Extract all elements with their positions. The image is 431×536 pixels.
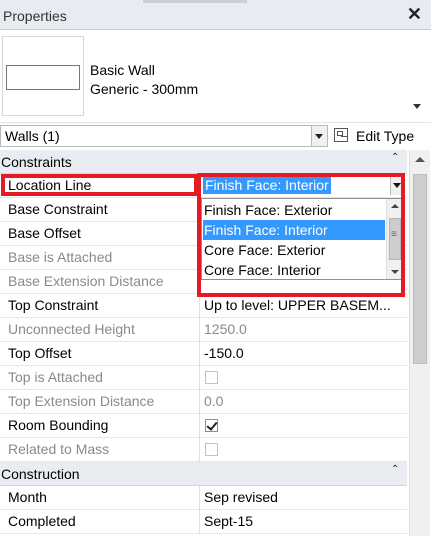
- prop-row-top-attached: Top is Attached: [0, 366, 407, 390]
- prop-name: Month: [8, 489, 47, 505]
- top-attached-checkbox: [205, 371, 218, 384]
- family-name: Basic Wall: [90, 62, 155, 78]
- scroll-thumb[interactable]: [413, 174, 427, 364]
- property-grid-scrollbar[interactable]: [409, 150, 430, 536]
- room-bounding-checkbox[interactable]: [205, 419, 218, 432]
- edit-type-button[interactable]: Edit Type: [334, 125, 429, 147]
- type-dropdown-arrow-icon[interactable]: [413, 104, 421, 109]
- prop-name: Top is Attached: [8, 369, 103, 385]
- prop-name: Completed: [8, 513, 76, 529]
- category-construction[interactable]: Construction ⌃: [0, 462, 407, 486]
- prop-row-month[interactable]: Month Sep revised: [0, 486, 407, 510]
- prop-value[interactable]: Sept-15: [204, 513, 402, 529]
- prop-name: Base Extension Distance: [8, 273, 164, 289]
- edit-type-label: Edit Type: [356, 128, 415, 144]
- close-icon[interactable]: ✕: [407, 5, 422, 23]
- prop-row-related-mass: Related to Mass: [0, 438, 407, 462]
- category-label: Constraints: [1, 154, 72, 170]
- panel-title: Properties: [3, 8, 67, 24]
- prop-value[interactable]: Sep revised: [204, 489, 402, 505]
- prop-name: Top Offset: [8, 345, 72, 361]
- related-mass-checkbox: [205, 443, 218, 456]
- type-name: Generic - 300mm: [90, 81, 199, 97]
- collapse-icon[interactable]: ⌃: [391, 465, 399, 475]
- category-constraints[interactable]: Constraints ⌃: [0, 150, 407, 174]
- tab-divider: [143, 0, 247, 3]
- scroll-up-icon[interactable]: [415, 157, 425, 162]
- category-label: Construction: [1, 466, 80, 482]
- prop-name: Top Constraint: [8, 297, 99, 313]
- properties-titlebar: Properties ✕: [0, 0, 431, 30]
- prop-row-top-extension: Top Extension Distance 0.0: [0, 390, 407, 414]
- prop-row-completed[interactable]: Completed Sept-15: [0, 510, 407, 534]
- prop-name: Base Constraint: [8, 201, 108, 217]
- prop-row-top-offset[interactable]: Top Offset -150.0: [0, 342, 407, 366]
- collapse-icon[interactable]: ⌃: [391, 153, 399, 163]
- prop-row-unconnected-height: Unconnected Height 1250.0: [0, 318, 407, 342]
- prop-row-top-constraint[interactable]: Top Constraint Up to level: UPPER BASEM.…: [0, 294, 407, 318]
- prop-row-room-bounding[interactable]: Room Bounding: [0, 414, 407, 438]
- prop-name: Top Extension Distance: [8, 393, 155, 409]
- prop-name: Base Offset: [8, 225, 81, 241]
- wall-preview-icon: [6, 65, 80, 90]
- annotation-highlight-dropdown: [197, 173, 405, 297]
- prop-name: Base is Attached: [8, 249, 113, 265]
- prop-value: 0.0: [204, 393, 224, 409]
- prop-name: Room Bounding: [8, 417, 109, 433]
- prop-value[interactable]: Up to level: UPPER BASEM...: [204, 297, 402, 313]
- selection-row: Walls (1) Edit Type: [0, 122, 431, 149]
- instance-filter-label: Walls (1): [5, 128, 60, 144]
- prop-name: Unconnected Height: [8, 321, 135, 337]
- edit-type-icon: [334, 128, 348, 142]
- type-selector[interactable]: Basic Wall Generic - 300mm: [0, 30, 431, 122]
- prop-value[interactable]: -150.0: [204, 345, 402, 361]
- wall-type-preview: [2, 36, 84, 116]
- prop-value: 1250.0: [204, 321, 247, 337]
- prop-name: Related to Mass: [8, 441, 110, 457]
- chevron-down-icon[interactable]: [311, 126, 327, 146]
- instance-filter-dropdown[interactable]: Walls (1): [0, 125, 328, 147]
- annotation-highlight-label: [1, 174, 198, 196]
